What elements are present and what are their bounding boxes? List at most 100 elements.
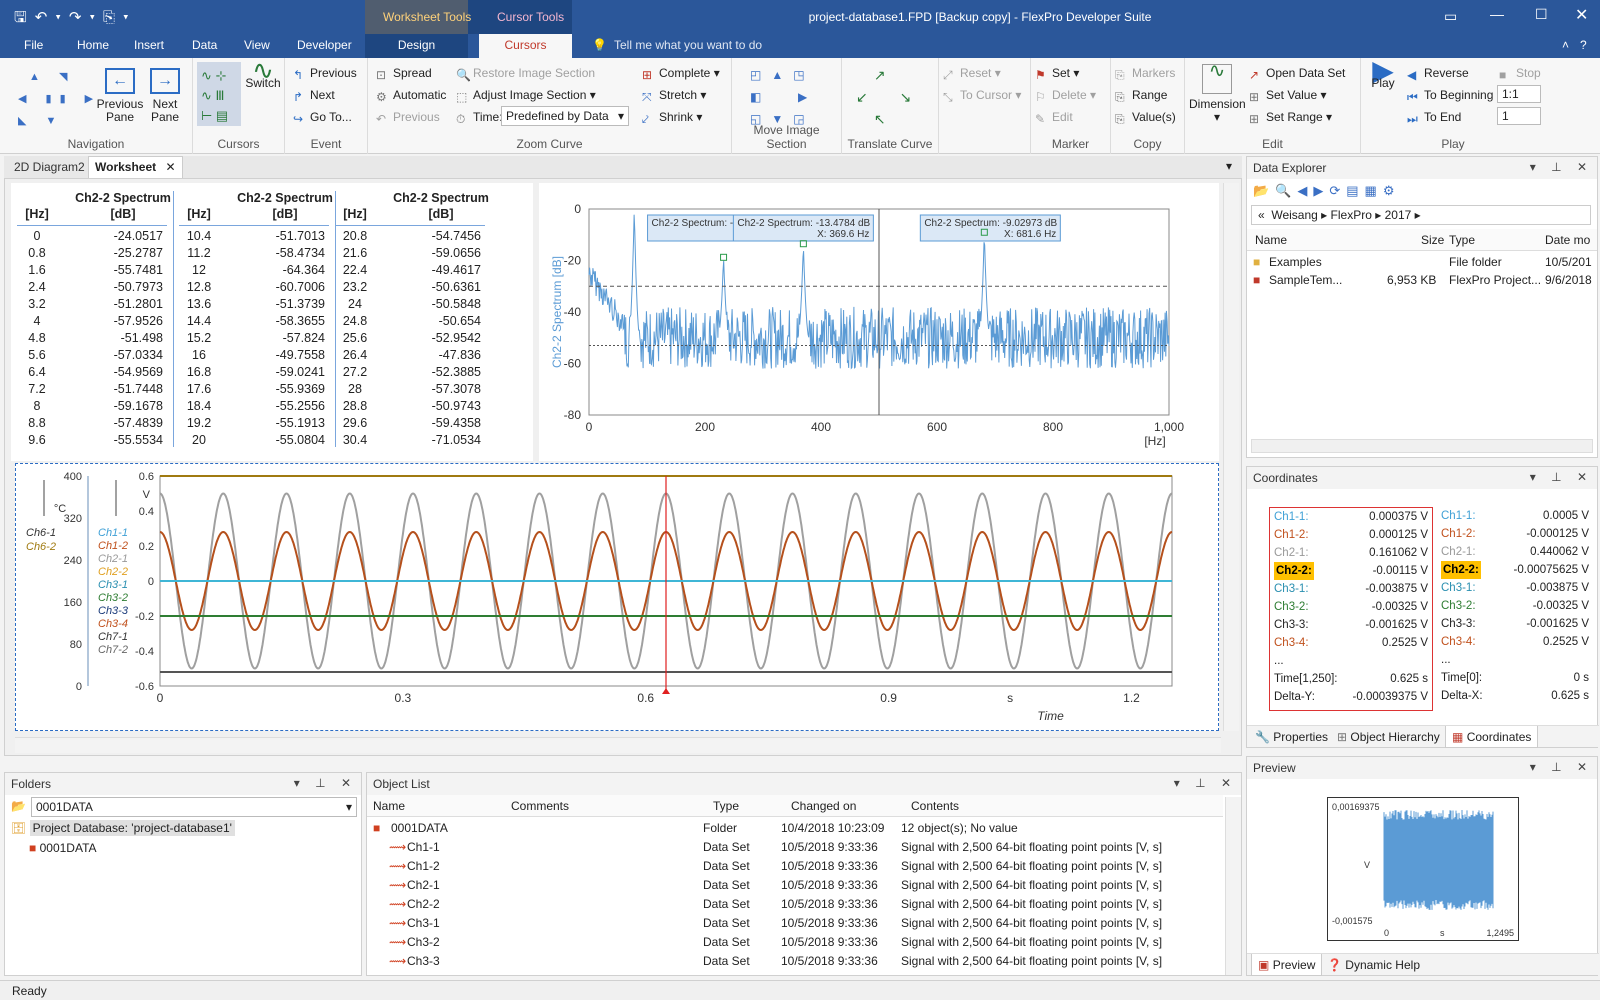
set-range-button[interactable]: ⊞ Set Range ▾ (1249, 110, 1332, 126)
quick-access-toolbar[interactable]: 🖫↶▾↷▾⎘▾ (14, 7, 137, 32)
table-row[interactable]: ⟿ Ch1-2 Data Set 10/5/2018 9:33:36 Signa… (367, 857, 1207, 876)
col-size[interactable]: Size (1421, 233, 1444, 247)
collapse-ribbon-icon[interactable]: ˄ (1562, 38, 1569, 52)
previous-pane-button[interactable]: ← Previous Pane (95, 68, 145, 124)
tab-design[interactable]: Design (365, 34, 468, 58)
stop-button[interactable]: ■ Stop (1499, 66, 1541, 82)
tab-2d-diagram2[interactable]: 2D Diagram2 (8, 159, 91, 175)
col-comments[interactable]: Comments (511, 799, 569, 813)
shrink-button[interactable]: ⤦ Shrink ▾ (642, 110, 702, 126)
reset-button[interactable]: ⤢ Reset ▾ (943, 66, 1001, 82)
spectrum-plot[interactable]: 0 200 400 600 800 1,000 0 -20 -40 -60 -80 [Hz] Ch2-2… (539, 183, 1219, 461)
col-date[interactable]: Date mo (1545, 233, 1590, 247)
cursor-handle[interactable] (662, 688, 670, 694)
explorer-path[interactable]: « Weisang ▸ FlexPro ▸ 2017 ▸ (1251, 205, 1591, 225)
table-row[interactable]: ⟿ Ch3-1 Data Set 10/5/2018 9:33:36 Signa… (367, 914, 1207, 933)
table-row[interactable]: ⟿ Ch3-3 Data Set 10/5/2018 9:33:36 Signa… (367, 952, 1207, 971)
worksheet-vscroll[interactable] (1223, 183, 1239, 731)
path-weisang[interactable]: Weisang (1271, 208, 1317, 222)
list-item[interactable]: ■ Examples File folder 10/5/201 (1247, 253, 1597, 271)
time-select[interactable]: Predefined by Data ▾ (501, 106, 629, 126)
cursor-type-icon[interactable]: ∿ ⊹ ∿ Ⅲ ⊢ ▤ (201, 66, 228, 126)
panel-buttons-icon[interactable]: ▾ ⊥ ✕ (1530, 160, 1593, 174)
tree-root[interactable]: 🗄 Project Database: 'project-database1' (11, 820, 235, 836)
event-next-button[interactable]: ↱ Next (293, 88, 335, 104)
tab-cursors[interactable]: Cursors (479, 34, 572, 58)
next-pane-button[interactable]: → Next Pane (145, 68, 185, 124)
marker-edit-button[interactable]: ✎ Edit (1035, 110, 1073, 126)
zoom-previous-button[interactable]: ↶ Previous (376, 110, 440, 126)
close-button[interactable]: ✕ (1575, 5, 1588, 25)
panel-buttons-icon[interactable]: ▾ ⊥ ✕ (294, 776, 357, 790)
col-contents[interactable]: Contents (911, 799, 959, 813)
complete-button[interactable]: ⊞ Complete ▾ (642, 66, 720, 82)
col-type[interactable]: Type (1449, 233, 1475, 247)
col-name[interactable]: Name (373, 799, 405, 813)
tab-worksheet[interactable]: Worksheet ✕ (88, 156, 183, 178)
marker-set-button[interactable]: ⚑ Set ▾ (1035, 66, 1079, 82)
tab-dynamic-help[interactable]: ❓ Dynamic Help (1327, 958, 1420, 972)
automatic-button[interactable]: ⚙ Automatic (376, 88, 446, 104)
dimension-button[interactable]: ∿ Dimension ▾ (1189, 61, 1246, 124)
panel-buttons-icon[interactable]: ▾ ⊥ ✕ (1530, 760, 1593, 774)
table-row[interactable]: ■ 0001DATA Folder 10/4/2018 10:23:09 12 … (367, 819, 1207, 838)
tabs-dropdown-icon[interactable]: ▾ (1226, 159, 1232, 173)
table-row[interactable]: ⟿ Ch2-2 Data Set 10/5/2018 9:33:36 Signa… (367, 895, 1207, 914)
path-flexpro[interactable]: FlexPro (1331, 208, 1372, 222)
to-cursor-button[interactable]: ⤡ To Cursor ▾ (943, 88, 1021, 104)
restore-section-button[interactable]: 🔍 Restore Image Section (456, 66, 595, 82)
play-button[interactable]: ▶ Play (1365, 57, 1401, 90)
help-icon[interactable]: ? (1580, 38, 1587, 52)
col-name[interactable]: Name (1255, 233, 1287, 247)
list-item[interactable]: ■ SampleTem... 6,953 KB FlexPro Project.… (1247, 271, 1597, 289)
event-previous-button[interactable]: ↰ Previous (293, 66, 357, 82)
panel-buttons-icon[interactable]: ▾ ⊥ ✕ (1530, 470, 1593, 484)
peak-marker[interactable] (799, 240, 807, 248)
switch-button[interactable]: ∿ Switch (243, 57, 283, 90)
step-input[interactable]: 1 (1497, 107, 1541, 125)
maximize-button[interactable]: ☐ (1535, 6, 1548, 23)
to-end-button[interactable]: ⏭ To End (1407, 110, 1461, 126)
translate-icons[interactable]: ↗ ↙ ↘ ↖ (856, 64, 925, 130)
move-section-icons[interactable]: ◰▲◳ ◧ ▶ ◱▼◲ (750, 64, 817, 130)
stretch-button[interactable]: ⤧ Stretch ▾ (642, 88, 706, 104)
panel-buttons-icon[interactable]: ▾ ⊥ ✕ (1174, 776, 1237, 790)
table-row[interactable]: ⟿ Ch2-1 Data Set 10/5/2018 9:33:36 Signa… (367, 876, 1207, 895)
open-dataset-button[interactable]: ↗ Open Data Set (1249, 66, 1345, 82)
minimize-button[interactable]: — (1490, 6, 1504, 22)
explorer-toolbar[interactable]: 📂🔍◀▶⟳▤▦⚙ (1253, 183, 1400, 199)
col-changed[interactable]: Changed on (791, 799, 856, 813)
tab-coordinates[interactable]: ▦ Coordinates (1445, 726, 1539, 748)
adjust-section-button[interactable]: ⬚ Adjust Image Section ▾ (456, 88, 596, 104)
object-list-vscroll[interactable] (1225, 797, 1241, 975)
tab-file[interactable]: File (24, 38, 43, 52)
worksheet-hscroll[interactable] (15, 737, 1221, 753)
speed-input[interactable]: 1:1 (1497, 85, 1541, 103)
nav-arrows-icon[interactable]: ▲ ◥ ◀ ▮▮ ▶ ◣ ▼ (18, 66, 101, 132)
explorer-hscroll[interactable] (1251, 439, 1593, 453)
time-plot[interactable]: 0 0.3 0.6 0.9 1.2 s Time 0.6 0.4 0.2 0 -0.2 -0.4 -0.6… (16, 464, 1220, 732)
table-row[interactable]: ⟿ Ch1-1 Data Set 10/5/2018 9:33:36 Signa… (367, 838, 1207, 857)
tell-me-input[interactable]: Tell me what you want to do (614, 38, 762, 52)
tab-home[interactable]: Home (77, 38, 109, 52)
copy-range-button[interactable]: ⎘ Range (1115, 88, 1167, 104)
tab-preview[interactable]: ▣ Preview (1251, 954, 1323, 976)
tab-view[interactable]: View (244, 38, 270, 52)
reverse-button[interactable]: ◀ Reverse (1407, 66, 1469, 82)
to-beginning-button[interactable]: ⏮ To Beginning (1407, 88, 1493, 104)
path-2017[interactable]: 2017 (1385, 208, 1412, 222)
copy-values-button[interactable]: ⎘ Value(s) (1115, 110, 1176, 126)
tab-data[interactable]: Data (192, 38, 217, 52)
tree-child[interactable]: ■ 0001DATA (29, 841, 97, 855)
col-type[interactable]: Type (713, 799, 739, 813)
copy-markers-button[interactable]: ⎘ Markers (1115, 66, 1175, 82)
marker-delete-button[interactable]: ⚐ Delete ▾ (1035, 88, 1096, 104)
folder-select[interactable]: 0001DATA ▾ (31, 797, 357, 817)
tab-properties[interactable]: 🔧 Properties (1255, 730, 1328, 744)
goto-button[interactable]: ↪ Go To... (293, 110, 352, 126)
spread-button[interactable]: ⊡ Spread (376, 66, 432, 82)
peak-marker[interactable] (720, 253, 728, 261)
close-tab-icon[interactable]: ✕ (165, 160, 175, 174)
table-row[interactable]: ⟿ Ch3-2 Data Set 10/5/2018 9:33:36 Signa… (367, 933, 1207, 952)
set-value-button[interactable]: ⊞ Set Value ▾ (1249, 88, 1327, 104)
